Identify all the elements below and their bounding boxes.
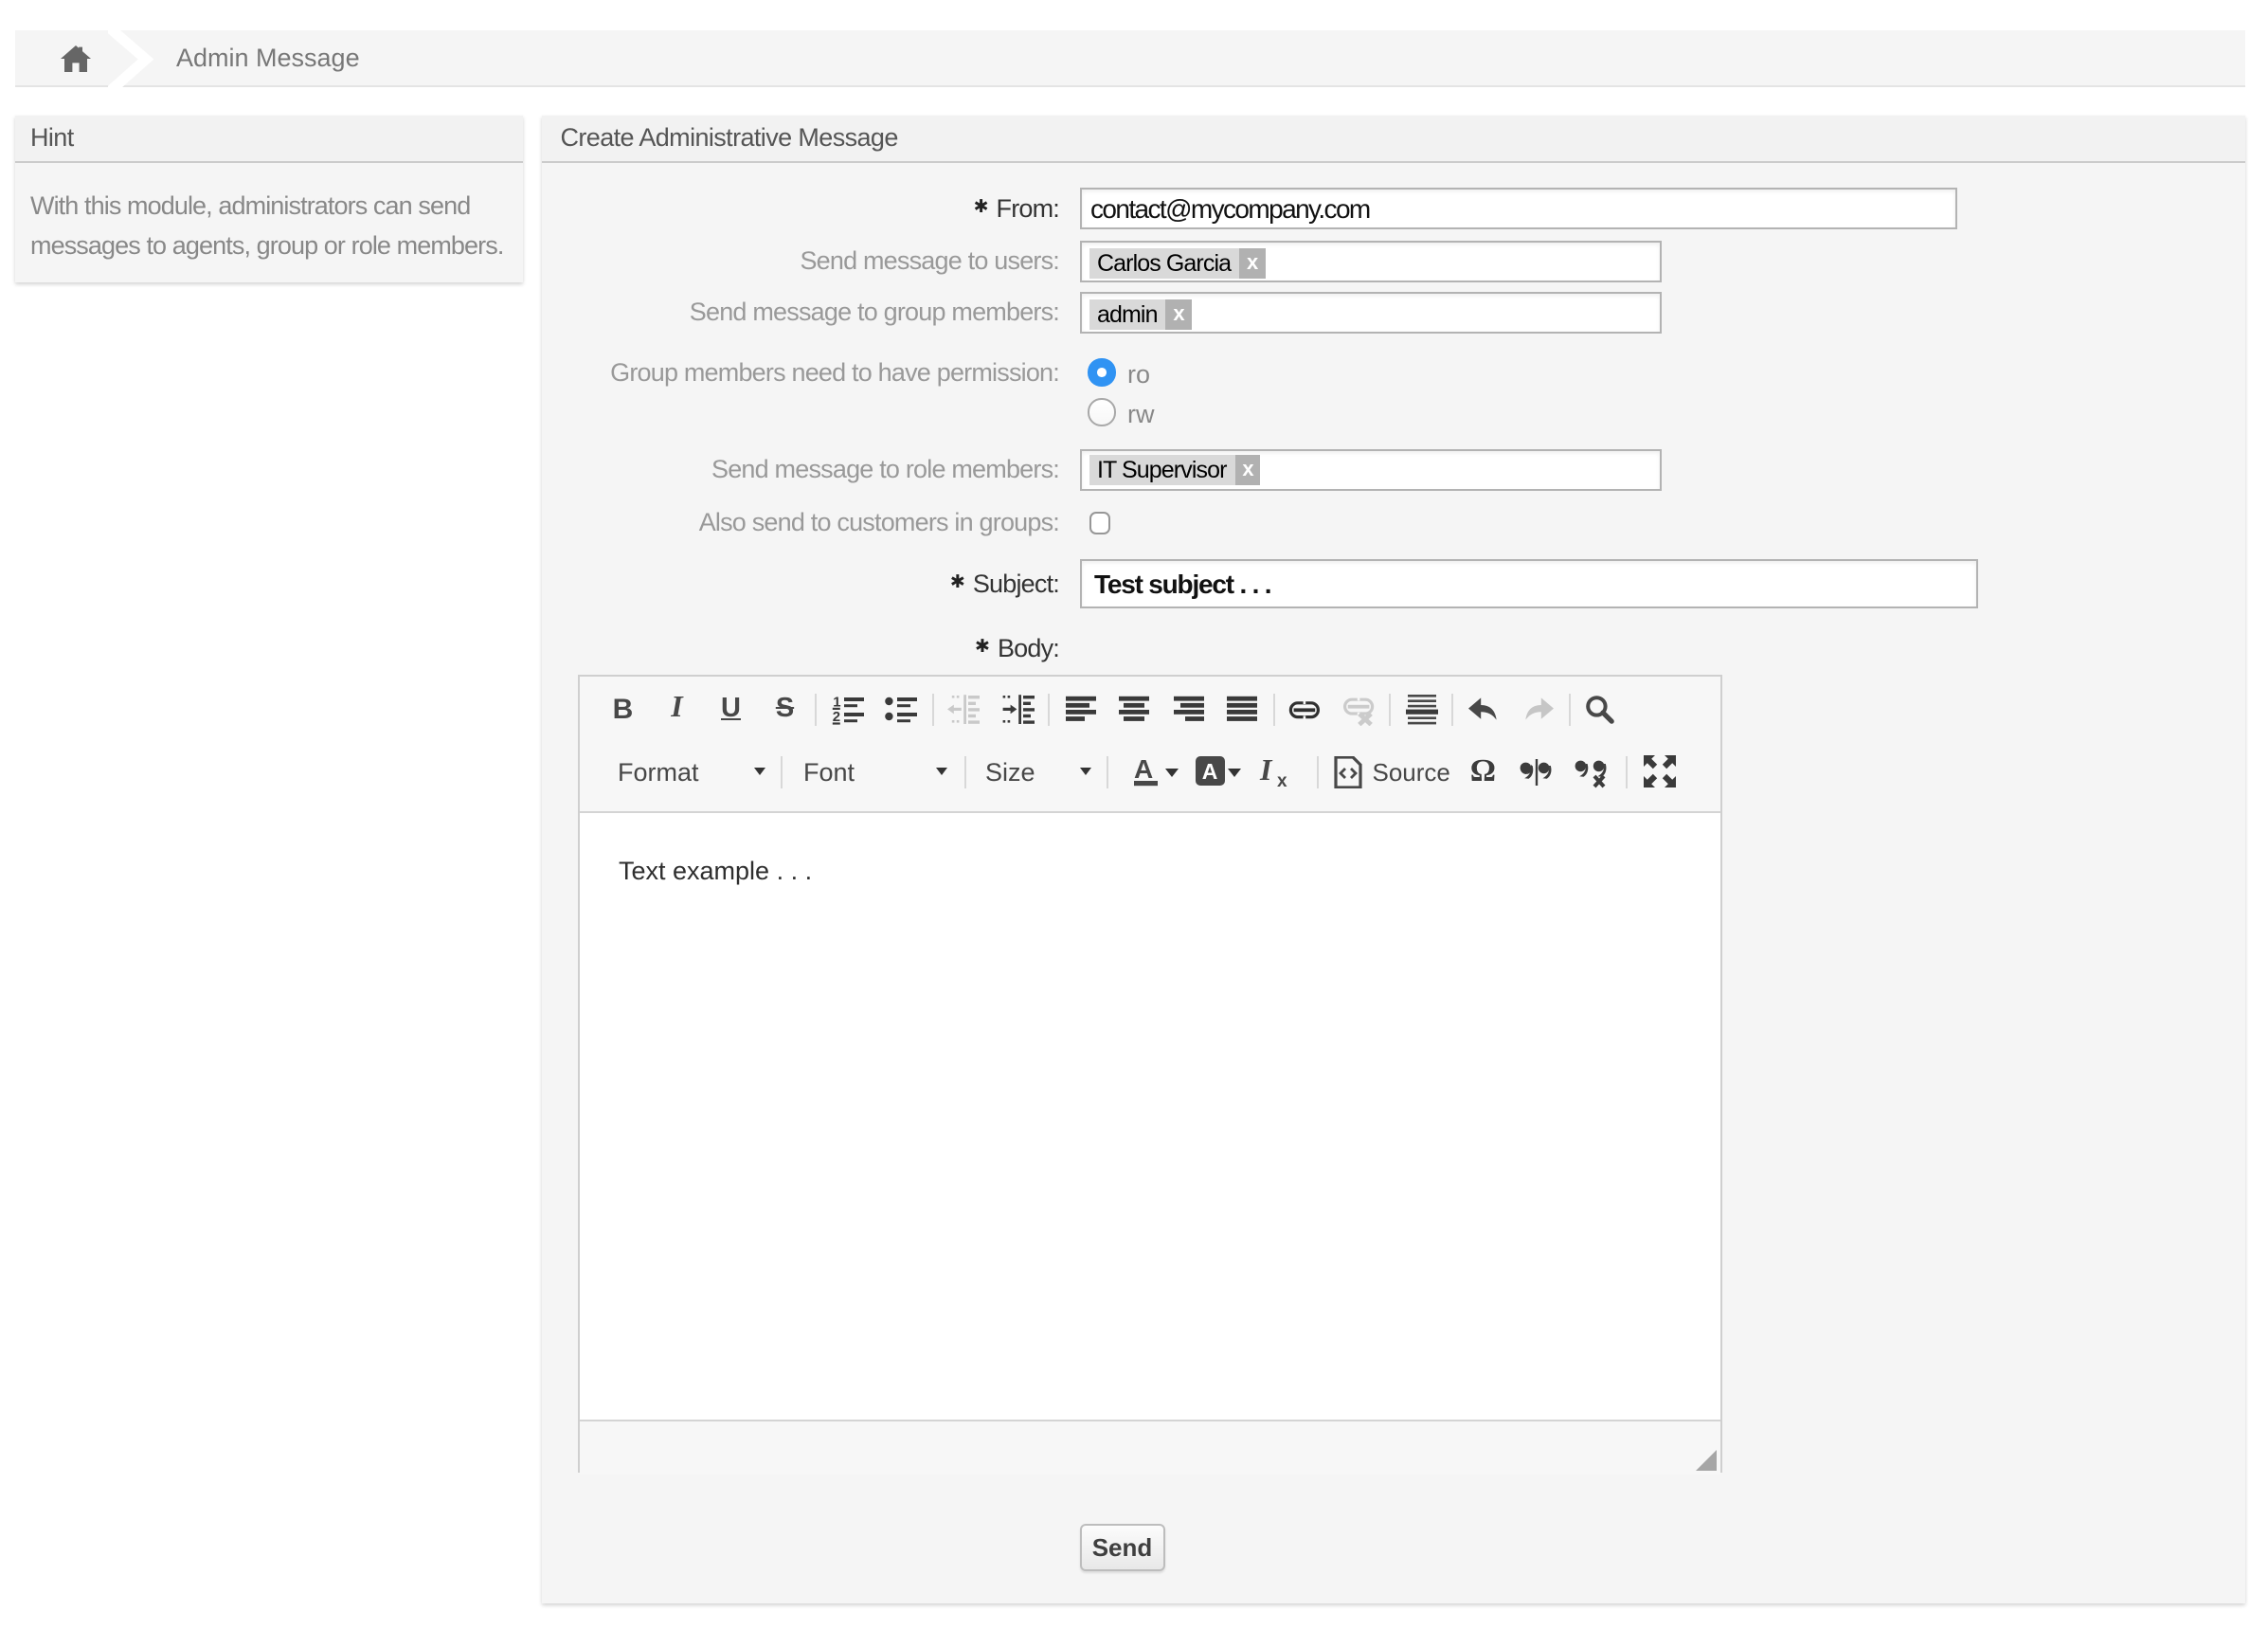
svg-text:A: A [1201, 760, 1217, 785]
svg-text:A: A [1133, 755, 1152, 785]
svg-text:I: I [1259, 755, 1273, 787]
svg-text:x: x [1277, 772, 1287, 789]
